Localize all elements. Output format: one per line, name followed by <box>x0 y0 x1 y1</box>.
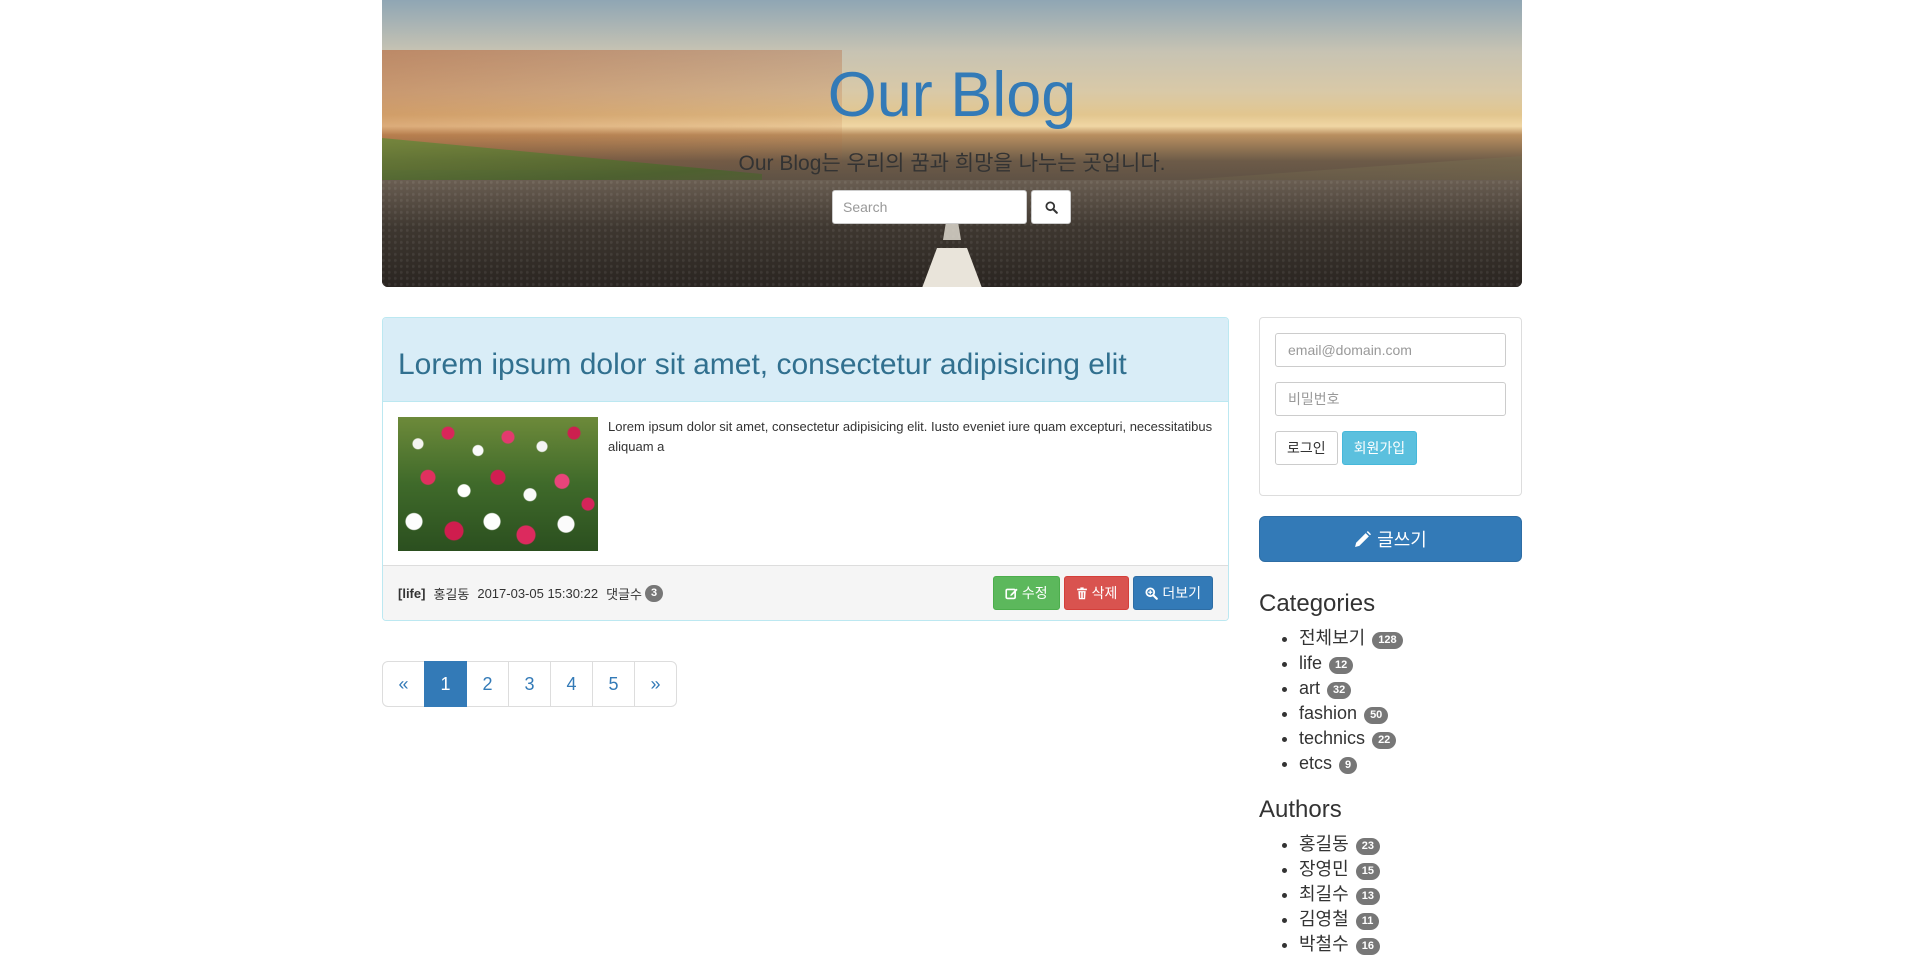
write-post-label: 글쓰기 <box>1377 530 1427 550</box>
page-prev[interactable]: « <box>382 661 425 707</box>
author-link[interactable]: 장영민 <box>1299 859 1349 879</box>
edit-icon <box>1005 588 1018 599</box>
post-thumbnail[interactable] <box>398 417 598 551</box>
authors-list: 홍길동 23 장영민 15 최길수 13 김영철 11 박철수 16 <box>1299 832 1380 957</box>
category-link[interactable]: life <box>1299 653 1322 673</box>
category-item[interactable]: etcs 9 <box>1299 751 1403 776</box>
pagination: « 1 2 3 4 5 » <box>382 661 677 707</box>
post-body: Lorem ipsum dolor sit amet, consectetur … <box>383 402 1228 567</box>
post-comments: 댓글수 3 <box>606 584 664 603</box>
edit-button[interactable]: 수정 <box>992 576 1060 610</box>
post-footer: [life] 홍길동 2017-03-05 15:30:22 댓글수 3 수정 <box>383 565 1228 620</box>
author-item[interactable]: 최길수 13 <box>1299 882 1380 907</box>
post-category: [life] <box>398 585 426 601</box>
post-heading: Lorem ipsum dolor sit amet, consectetur … <box>383 318 1228 402</box>
post-title[interactable]: Lorem ipsum dolor sit amet, consectetur … <box>398 348 1127 382</box>
post-author: 홍길동 <box>433 586 470 602</box>
category-count-badge: 50 <box>1364 707 1389 724</box>
read-more-button[interactable]: 더보기 <box>1133 576 1213 610</box>
delete-label: 삭제 <box>1091 585 1118 601</box>
authors-heading: Authors <box>1259 796 1342 823</box>
search-form <box>832 190 1071 224</box>
category-count-badge: 128 <box>1372 632 1403 649</box>
read-more-label: 더보기 <box>1162 585 1201 601</box>
search-button[interactable] <box>1031 190 1071 224</box>
login-actions: 로그인 회원가입 <box>1275 431 1506 465</box>
category-link[interactable]: art <box>1299 678 1320 698</box>
author-count-badge: 11 <box>1355 913 1380 930</box>
category-item[interactable]: 전체보기 128 <box>1299 626 1403 651</box>
category-link[interactable]: etcs <box>1299 753 1332 773</box>
page-next[interactable]: » <box>634 661 677 707</box>
header-banner: Our Blog Our Blog는 우리의 꿈과 희망을 나누는 곳입니다. <box>382 0 1522 287</box>
login-box: 로그인 회원가입 <box>1259 317 1522 496</box>
author-link[interactable]: 박철수 <box>1299 934 1349 954</box>
signup-button[interactable]: 회원가입 <box>1341 431 1418 465</box>
pencil-icon <box>1355 530 1372 547</box>
search-input[interactable] <box>832 190 1027 224</box>
category-item[interactable]: technics 22 <box>1299 726 1403 751</box>
page-3[interactable]: 3 <box>508 661 551 707</box>
post-excerpt: Lorem ipsum dolor sit amet, consectetur … <box>608 419 1213 454</box>
page-1[interactable]: 1 <box>424 661 467 707</box>
edit-label: 수정 <box>1021 585 1048 601</box>
category-count-badge: 9 <box>1339 757 1358 774</box>
author-link[interactable]: 홍길동 <box>1299 834 1349 854</box>
login-button[interactable]: 로그인 <box>1275 431 1338 465</box>
author-count-badge: 23 <box>1355 838 1380 855</box>
blog-title[interactable]: Our Blog <box>382 64 1522 127</box>
post-actions: 수정 삭제 더보기 <box>992 576 1213 610</box>
post-panel: Lorem ipsum dolor sit amet, consectetur … <box>382 317 1229 621</box>
trash-icon <box>1076 586 1087 599</box>
categories-list: 전체보기 128 life 12 art 32 fashion 50 techn… <box>1299 626 1403 776</box>
author-item[interactable]: 김영철 11 <box>1299 907 1380 932</box>
category-link[interactable]: technics <box>1299 728 1365 748</box>
author-count-badge: 16 <box>1355 938 1380 955</box>
category-link[interactable]: fashion <box>1299 703 1357 723</box>
page-4[interactable]: 4 <box>550 661 593 707</box>
blog-subtitle: Our Blog는 우리의 꿈과 희망을 나누는 곳입니다. <box>738 152 1166 175</box>
author-link[interactable]: 최길수 <box>1299 884 1349 904</box>
email-field[interactable] <box>1275 333 1506 367</box>
category-count-badge: 12 <box>1329 657 1354 674</box>
post-date: 2017-03-05 15:30:22 <box>477 585 599 601</box>
author-item[interactable]: 박철수 16 <box>1299 932 1380 957</box>
categories-heading: Categories <box>1259 590 1376 617</box>
category-count-badge: 22 <box>1372 732 1397 749</box>
search-icon <box>1044 200 1058 214</box>
author-count-badge: 13 <box>1355 888 1380 905</box>
password-field[interactable] <box>1275 382 1506 416</box>
author-item[interactable]: 홍길동 23 <box>1299 832 1380 857</box>
comments-label: 댓글수 <box>606 586 642 602</box>
page-2[interactable]: 2 <box>466 661 509 707</box>
post-meta: [life] 홍길동 2017-03-05 15:30:22 댓글수 3 <box>398 584 664 603</box>
page-5[interactable]: 5 <box>592 661 635 707</box>
delete-button[interactable]: 삭제 <box>1063 576 1130 610</box>
category-item[interactable]: art 32 <box>1299 676 1403 701</box>
category-count-badge: 32 <box>1327 682 1352 699</box>
author-count-badge: 15 <box>1355 863 1380 880</box>
author-item[interactable]: 장영민 15 <box>1299 857 1380 882</box>
category-link[interactable]: 전체보기 <box>1299 628 1365 648</box>
comments-badge: 3 <box>644 584 664 602</box>
category-item[interactable]: life 12 <box>1299 651 1403 676</box>
category-item[interactable]: fashion 50 <box>1299 701 1403 726</box>
author-link[interactable]: 김영철 <box>1299 909 1349 929</box>
write-post-button[interactable]: 글쓰기 <box>1259 516 1522 562</box>
zoom-in-icon <box>1145 586 1159 600</box>
